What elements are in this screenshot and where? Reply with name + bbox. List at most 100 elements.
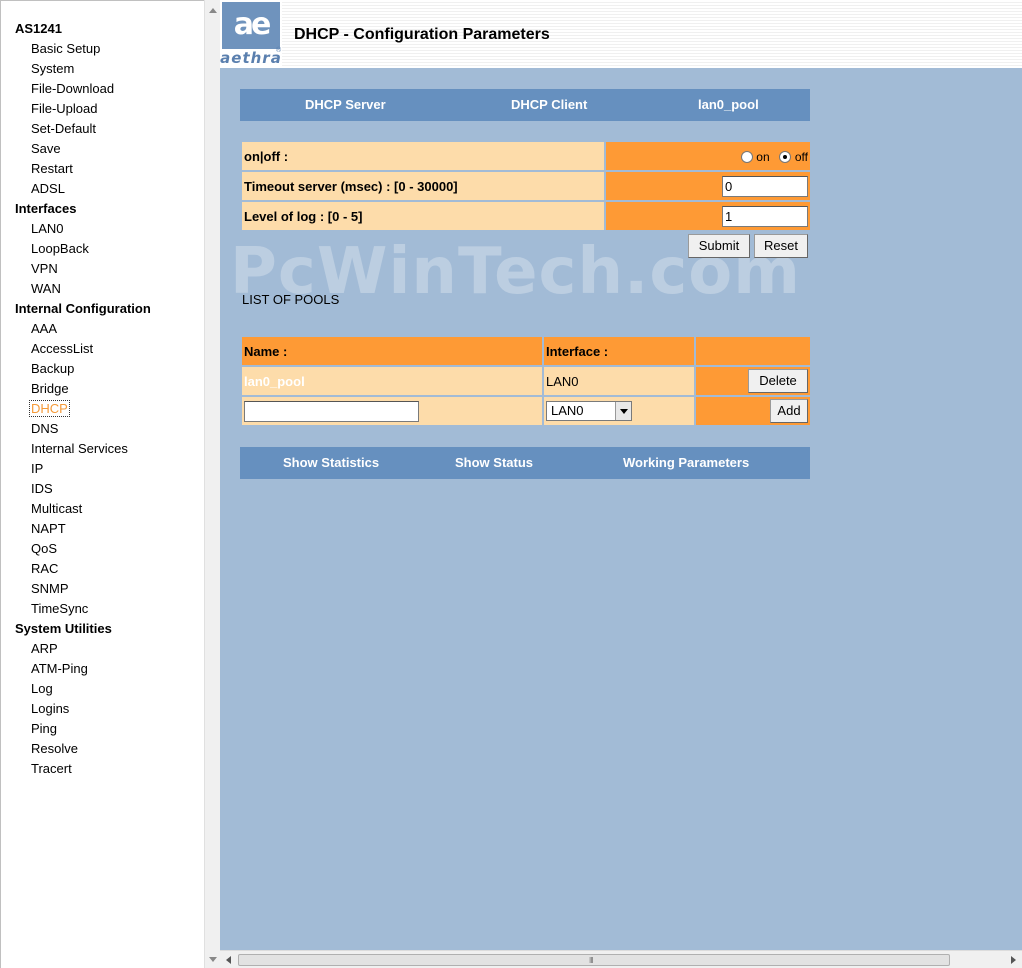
scroll-up-icon[interactable] [209,8,217,13]
scroll-down-icon[interactable] [209,957,217,962]
sidebar-item-snmp[interactable]: SNMP [1,579,204,599]
sidebar-item-label: Internal Services [31,441,128,456]
pools-header-row: Name : Interface : [242,337,810,365]
sidebar-item-label: Backup [31,361,75,376]
sidebar-item-label: Set-Default [31,121,97,136]
sidebar-item-label: AAA [31,321,58,336]
radio-off[interactable] [779,150,792,163]
nav-show-statistics[interactable]: Show Statistics [283,455,379,470]
sidebar-item-resolve[interactable]: Resolve [1,739,204,759]
sidebar-item-dhcp[interactable]: DHCP [1,399,204,419]
sidebar-item-label: RAC [31,561,59,576]
sidebar-item-napt[interactable]: NAPT [1,519,204,539]
interface-select-value: LAN0 [551,403,584,418]
log-level-input[interactable] [722,205,808,227]
sidebar-item-arp[interactable]: ARP [1,639,204,659]
scrollbar-thumb[interactable]: III [238,954,950,966]
interface-select[interactable]: LAN0 [546,401,632,421]
scroll-right-icon[interactable] [1011,956,1016,964]
sidebar-item-wan[interactable]: WAN [1,279,204,299]
pool-action-cell: Delete [696,367,810,395]
grip-icon: III [589,956,594,965]
sidebar-item-label: Resolve [31,741,78,756]
sidebar-item-timesync[interactable]: TimeSync [1,599,204,619]
sidebar-item-label: File-Download [31,81,115,96]
sidebar-item-accesslist[interactable]: AccessList [1,339,204,359]
sidebar-item-loopback[interactable]: LoopBack [1,239,204,259]
nav-dhcp-server[interactable]: DHCP Server [305,97,386,112]
col-header-interface: Interface : [544,337,694,365]
sidebar-item-label: Basic Setup [31,41,101,56]
sidebar-item-rac[interactable]: RAC [1,559,204,579]
sidebar-item-label: IDS [31,481,53,496]
timeout-label: Timeout server (msec) : [0 - 30000] [242,172,604,200]
sidebar-item-save[interactable]: Save [1,139,204,159]
header-bar: ae aethra ® DHCP - Configuration Paramet… [220,0,1022,68]
sidebar-item-label: ADSL [31,181,65,196]
registered-mark: ® [276,47,282,54]
sidebar-item-set-default[interactable]: Set-Default [1,119,204,139]
sidebar-item-log[interactable]: Log [1,679,204,699]
sidebar-item-label: IP [31,461,44,476]
sidebar-header-internal-configuration: Internal Configuration [15,301,151,316]
chevron-down-icon[interactable] [615,402,631,420]
nav-dhcp-client[interactable]: DHCP Client [511,97,587,112]
sidebar-item-label: AccessList [31,341,94,356]
sidebar-item-atm-ping[interactable]: ATM-Ping [1,659,204,679]
sidebar-item-label: NAPT [31,521,66,536]
sidebar-item-label: ATM-Ping [31,661,88,676]
sidebar-menu: AS1241 Basic Setup System File-Download … [0,0,204,968]
sidebar-item-tracert[interactable]: Tracert [1,759,204,779]
new-pool-row: LAN0 Add [242,397,810,425]
submit-button[interactable]: Submit [688,234,750,258]
sidebar-item-logins[interactable]: Logins [1,699,204,719]
nav-lan0-pool[interactable]: lan0_pool [698,97,759,112]
onoff-label: on|off : [242,142,604,170]
sidebar-item-restart[interactable]: Restart [1,159,204,179]
col-header-action [696,337,810,365]
sidebar-item-aaa[interactable]: AAA [1,319,204,339]
sidebar-item-file-upload[interactable]: File-Upload [1,99,204,119]
pools-table: Name : Interface : lan0_pool LAN0 Delete… [240,335,812,427]
horizontal-scrollbar[interactable]: III [220,950,1022,968]
sidebar-item-vpn[interactable]: VPN [1,259,204,279]
timeout-input[interactable] [722,175,808,197]
pool-name-cell[interactable]: lan0_pool [242,367,542,395]
sidebar-item-label: LAN0 [31,221,64,236]
sidebar-item-ids[interactable]: IDS [1,479,204,499]
sidebar-item-system[interactable]: System [1,59,204,79]
radio-on[interactable] [740,150,753,163]
sidebar-scrollbar[interactable] [204,0,220,968]
reset-button[interactable]: Reset [754,234,808,258]
sidebar-item-label: Log [31,681,53,696]
nav-show-status[interactable]: Show Status [455,455,533,470]
sidebar-item-label: Logins [31,701,70,716]
timeout-row: Timeout server (msec) : [0 - 30000] [242,172,810,200]
sidebar-item-ping[interactable]: Ping [1,719,204,739]
bottom-nav-bar: Show Statistics Show Status Working Para… [240,447,810,479]
add-button[interactable]: Add [770,399,808,423]
sidebar-item-qos[interactable]: QoS [1,539,204,559]
sidebar-item-label: Bridge [31,381,69,396]
sidebar-item-label: ARP [31,641,58,656]
onoff-cell: on off [606,142,810,170]
sidebar-item-bridge[interactable]: Bridge [1,379,204,399]
log-label: Level of log : [0 - 5] [242,202,604,230]
sidebar-item-dns[interactable]: DNS [1,419,204,439]
sidebar-item-basic-setup[interactable]: Basic Setup [1,39,204,59]
new-pool-name-input[interactable] [244,400,419,422]
nav-working-parameters[interactable]: Working Parameters [623,455,749,470]
new-pool-action-cell: Add [696,397,810,425]
sidebar-item-adsl[interactable]: ADSL [1,179,204,199]
sidebar-item-label: Save [31,141,61,156]
sidebar-item-lan0[interactable]: LAN0 [1,219,204,239]
sidebar-item-multicast[interactable]: Multicast [1,499,204,519]
scroll-left-icon[interactable] [226,956,231,964]
delete-button[interactable]: Delete [748,369,808,393]
sidebar-item-backup[interactable]: Backup [1,359,204,379]
sidebar-item-internal-services[interactable]: Internal Services [1,439,204,459]
sidebar-item-label: WAN [31,281,61,296]
sidebar-item-label: DHCP [29,400,70,417]
sidebar-item-ip[interactable]: IP [1,459,204,479]
sidebar-item-file-download[interactable]: File-Download [1,79,204,99]
